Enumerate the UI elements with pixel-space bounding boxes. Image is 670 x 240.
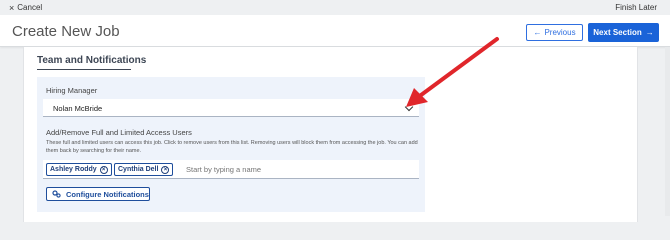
configure-notifications-button[interactable]: Configure Notifications bbox=[46, 187, 150, 201]
access-users-field[interactable]: Ashley Roddy × Cynthia Dell × bbox=[43, 160, 419, 179]
user-chip-label: Cynthia Dell bbox=[118, 166, 159, 173]
remove-circle-icon[interactable]: × bbox=[99, 165, 108, 174]
hiring-manager-label: Hiring Manager bbox=[46, 86, 98, 95]
finish-later-link[interactable]: Finish Later bbox=[615, 3, 657, 12]
next-section-label: Next Section bbox=[593, 28, 642, 37]
page-header: Create New Job ← Previous Next Section → bbox=[0, 15, 670, 47]
close-icon: × bbox=[9, 2, 15, 13]
scrollbar[interactable] bbox=[665, 47, 670, 216]
team-panel: Hiring Manager Nolan McBride Add/Remove … bbox=[37, 77, 425, 212]
section-underline bbox=[37, 69, 131, 70]
user-search-input[interactable] bbox=[186, 163, 411, 176]
access-users-label: Add/Remove Full and Limited Access Users bbox=[46, 128, 192, 137]
user-chip-label: Ashley Roddy bbox=[50, 166, 97, 173]
next-section-button[interactable]: Next Section → bbox=[588, 23, 659, 42]
top-bar: × Cancel Finish Later bbox=[0, 0, 670, 15]
page-title: Create New Job bbox=[12, 23, 120, 40]
arrow-right-icon: → bbox=[645, 28, 654, 37]
arrow-left-icon: ← bbox=[533, 28, 542, 37]
previous-label: Previous bbox=[544, 28, 576, 37]
section-title: Team and Notifications bbox=[37, 55, 147, 66]
gear-icon bbox=[52, 190, 61, 198]
cancel-label: Cancel bbox=[17, 3, 43, 12]
chevron-down-icon[interactable] bbox=[404, 102, 414, 112]
configure-notifications-label: Configure Notifications bbox=[66, 189, 149, 199]
previous-button[interactable]: ← Previous bbox=[526, 24, 583, 41]
hiring-manager-select[interactable]: Nolan McBride bbox=[43, 99, 419, 117]
user-chip-cynthia-dell[interactable]: Cynthia Dell × bbox=[114, 163, 174, 176]
user-chip-ashley-roddy[interactable]: Ashley Roddy × bbox=[46, 163, 112, 176]
cancel-link[interactable]: × Cancel bbox=[9, 3, 42, 12]
hiring-manager-value: Nolan McBride bbox=[53, 104, 103, 113]
form-card: Team and Notifications Hiring Manager No… bbox=[23, 47, 638, 222]
access-users-help: These full and limited users can access … bbox=[46, 140, 418, 154]
remove-circle-icon[interactable]: × bbox=[161, 165, 170, 174]
